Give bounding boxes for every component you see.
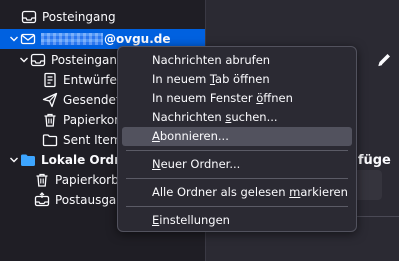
sent-icon bbox=[42, 92, 58, 108]
menu-item-get-messages[interactable]: Nachrichten abrufen bbox=[122, 51, 352, 70]
menu-separator bbox=[126, 178, 348, 179]
menu-separator bbox=[126, 150, 348, 151]
folder-label: Posteingang bbox=[42, 10, 116, 24]
menu-item-open-new-tab[interactable]: In neuem Tab öffnen bbox=[122, 70, 352, 89]
menu-item-open-new-window[interactable]: In neuem Fenster öffnen bbox=[122, 89, 352, 108]
menu-item-new-folder[interactable]: Neuer Ordner... bbox=[122, 155, 352, 174]
folder-label: Posteingang bbox=[51, 53, 125, 67]
redacted-email-local-part bbox=[41, 33, 103, 45]
folder-label: Entwürfe bbox=[63, 73, 117, 87]
account-email: @ovgu.de bbox=[41, 32, 171, 46]
folder-label: Gesendet bbox=[63, 93, 121, 107]
folder-icon bbox=[42, 132, 58, 148]
folder-label: Papierkorb bbox=[55, 173, 119, 187]
folder-row-inbox-unified[interactable]: Posteingang bbox=[0, 7, 205, 27]
inbox-icon bbox=[30, 52, 46, 68]
divider bbox=[352, 216, 399, 217]
inbox-icon bbox=[21, 9, 37, 25]
trash-icon bbox=[42, 112, 58, 128]
outbox-icon bbox=[34, 192, 50, 208]
menu-separator bbox=[126, 206, 348, 207]
menu-item-subscribe[interactable]: Abonnieren... bbox=[122, 127, 352, 146]
chevron-down-icon[interactable] bbox=[8, 150, 20, 170]
folder-icon bbox=[20, 152, 36, 168]
chevron-down-icon[interactable] bbox=[18, 50, 30, 70]
trash-icon bbox=[34, 172, 50, 188]
mail-account-icon bbox=[20, 31, 36, 47]
pencil-icon[interactable] bbox=[376, 52, 392, 68]
chevron-down-icon[interactable] bbox=[8, 29, 20, 49]
account-email-domain: @ovgu.de bbox=[104, 32, 171, 46]
menu-item-mark-all-read[interactable]: Alle Ordner als gelesen markieren bbox=[122, 183, 352, 202]
drafts-icon bbox=[42, 72, 58, 88]
menu-item-search-messages[interactable]: Nachrichten suchen... bbox=[122, 108, 352, 127]
menu-item-settings[interactable]: Einstellungen bbox=[122, 211, 352, 230]
context-menu: Nachrichten abrufen In neuem Tab öffnen … bbox=[117, 46, 357, 232]
